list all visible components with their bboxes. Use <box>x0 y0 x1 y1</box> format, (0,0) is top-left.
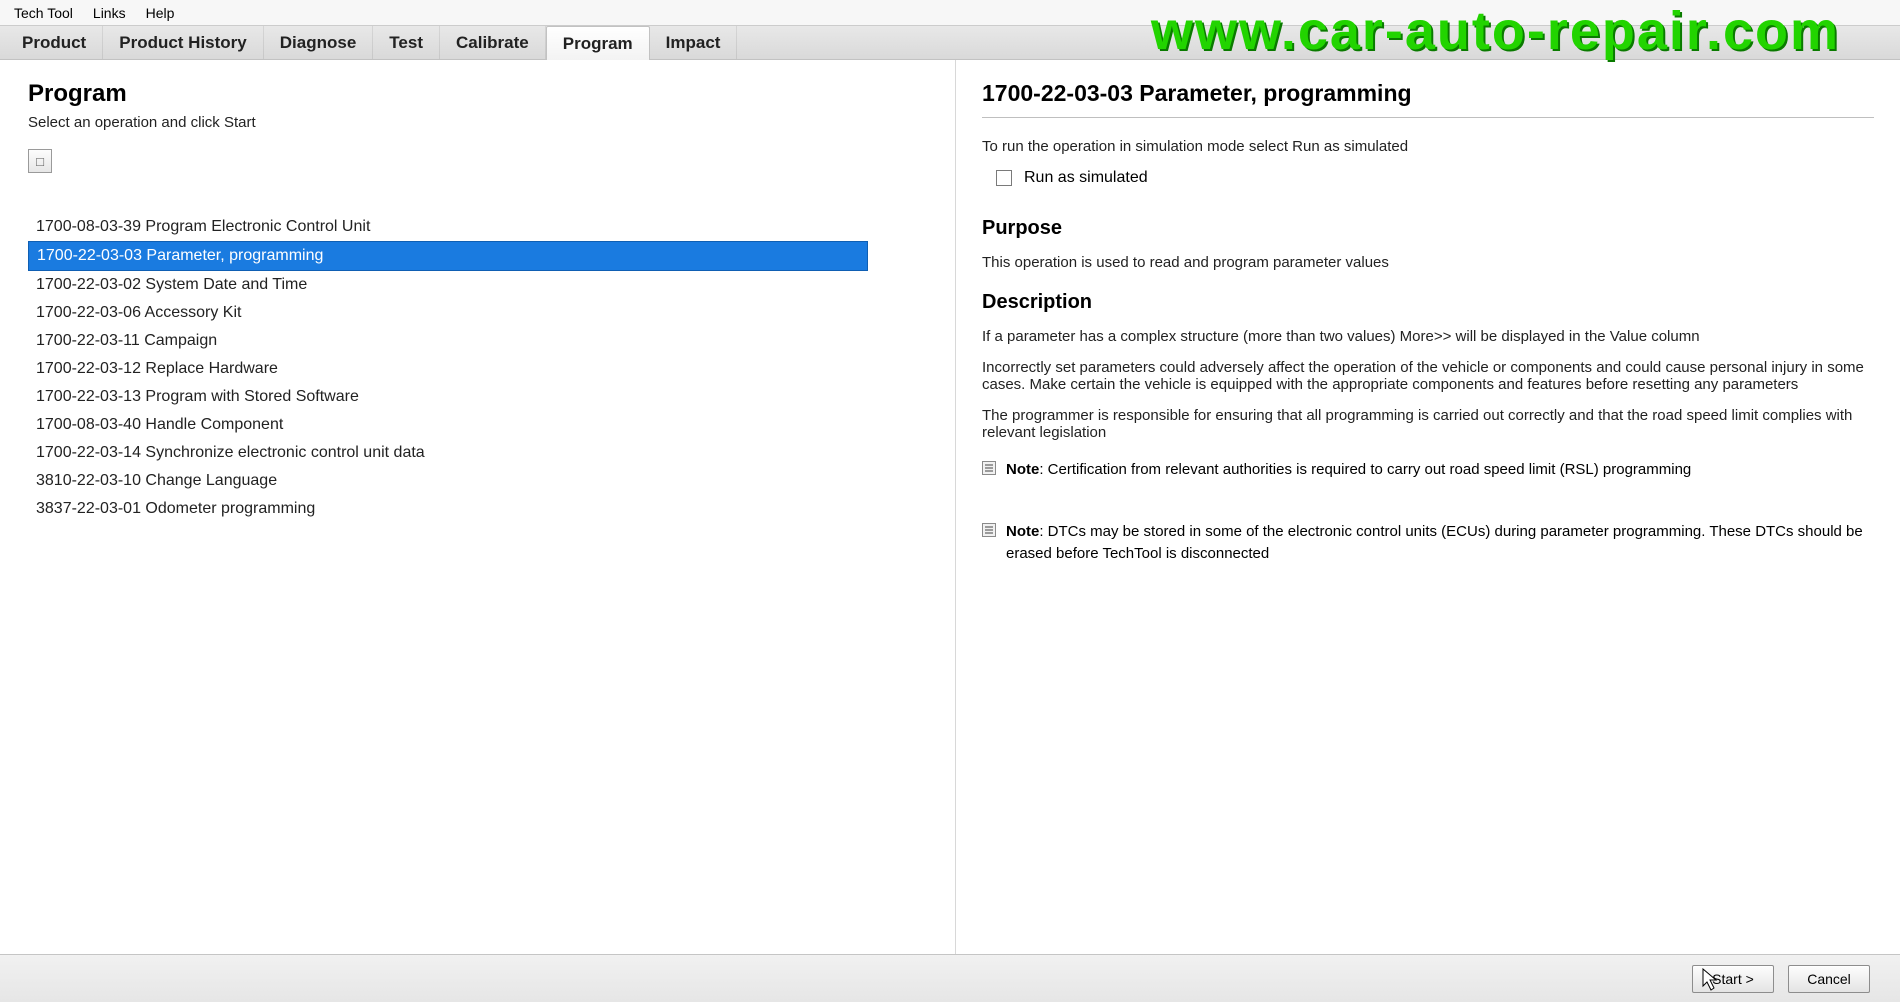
workspace: Program Select an operation and click St… <box>0 60 1900 954</box>
note-text-2: : DTCs may be stored in some of the elec… <box>1006 523 1863 562</box>
operation-item[interactable]: 1700-22-03-06 Accessory Kit <box>28 299 868 327</box>
operations-pane: Program Select an operation and click St… <box>0 60 955 954</box>
tab-diagnose[interactable]: Diagnose <box>264 26 374 59</box>
start-button[interactable]: Start > <box>1692 965 1774 993</box>
simulation-instruction: To run the operation in simulation mode … <box>982 138 1874 155</box>
purpose-heading: Purpose <box>982 217 1874 240</box>
note-row-1: Note: Certification from relevant author… <box>982 459 1874 481</box>
details-pane: 1700-22-03-03 Parameter, programming To … <box>956 60 1900 954</box>
operation-item[interactable]: 1700-08-03-39 Program Electronic Control… <box>28 213 868 241</box>
note-text-1: : Certification from relevant authoritie… <box>1039 461 1691 478</box>
operation-list: 1700-08-03-39 Program Electronic Control… <box>28 213 943 523</box>
menu-bar: Tech ToolLinksHelp <box>0 0 1900 26</box>
note-icon <box>982 461 996 475</box>
tab-calibrate[interactable]: Calibrate <box>440 26 546 59</box>
description-p1: If a parameter has a complex structure (… <box>982 328 1874 345</box>
tab-impact[interactable]: Impact <box>650 26 738 59</box>
note-icon <box>982 523 996 537</box>
operation-item[interactable]: 1700-22-03-02 System Date and Time <box>28 271 868 299</box>
operation-item[interactable]: 3837-22-03-01 Odometer programming <box>28 495 868 523</box>
operation-item[interactable]: 3810-22-03-10 Change Language <box>28 467 868 495</box>
tab-product-history[interactable]: Product History <box>103 26 264 59</box>
operation-item[interactable]: 1700-22-03-11 Campaign <box>28 327 868 355</box>
menu-item-tech-tool[interactable]: Tech Tool <box>4 2 83 24</box>
page-subtitle: Select an operation and click Start <box>28 114 943 131</box>
cancel-button[interactable]: Cancel <box>1788 965 1870 993</box>
operation-item[interactable]: 1700-22-03-12 Replace Hardware <box>28 355 868 383</box>
page-title: Program <box>28 80 943 108</box>
purpose-text: This operation is used to read and progr… <box>982 254 1874 271</box>
note-label: Note <box>1006 461 1039 478</box>
note-label: Note <box>1006 523 1039 540</box>
tab-product[interactable]: Product <box>6 26 103 59</box>
tab-test[interactable]: Test <box>373 26 440 59</box>
menu-item-help[interactable]: Help <box>136 2 185 24</box>
main-tab-bar: ProductProduct HistoryDiagnoseTestCalibr… <box>0 26 1900 60</box>
operation-title: 1700-22-03-03 Parameter, programming <box>982 80 1874 118</box>
operation-item[interactable]: 1700-22-03-03 Parameter, programming <box>28 241 868 271</box>
run-as-simulated-row[interactable]: Run as simulated <box>996 169 1874 187</box>
footer-bar: Start > Cancel <box>0 954 1900 1002</box>
operation-item[interactable]: 1700-08-03-40 Handle Component <box>28 411 868 439</box>
description-heading: Description <box>982 291 1874 314</box>
description-p2: Incorrectly set parameters could adverse… <box>982 359 1874 393</box>
run-as-simulated-checkbox[interactable] <box>996 170 1012 186</box>
description-p3: The programmer is responsible for ensuri… <box>982 407 1874 441</box>
operation-item[interactable]: 1700-22-03-14 Synchronize electronic con… <box>28 439 868 467</box>
menu-item-links[interactable]: Links <box>83 2 136 24</box>
run-as-simulated-label: Run as simulated <box>1024 169 1148 187</box>
collapse-all-button[interactable]: □ <box>28 149 52 173</box>
tab-program[interactable]: Program <box>546 26 650 60</box>
note-row-2: Note: DTCs may be stored in some of the … <box>982 521 1874 565</box>
operation-item[interactable]: 1700-22-03-13 Program with Stored Softwa… <box>28 383 868 411</box>
